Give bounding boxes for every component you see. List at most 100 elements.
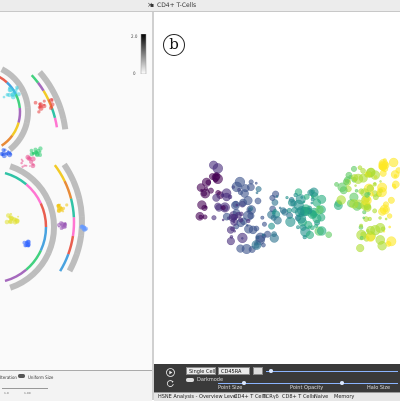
scatter-point: [366, 229, 370, 233]
sunburst-plot[interactable]: [0, 12, 152, 370]
scatter-point: [375, 235, 386, 245]
point-opacity-handle[interactable]: [340, 381, 344, 385]
circular-hierarchy-view[interactable]: 2.0 0: [0, 12, 153, 370]
close-button[interactable]: ×: [146, 1, 154, 9]
scatter-point: [237, 232, 248, 243]
scatter-point: [356, 244, 365, 253]
iteration-toggle[interactable]: [18, 374, 25, 378]
scatter-point: [378, 216, 382, 220]
cluster-point: [30, 156, 36, 162]
scatter-point: [370, 225, 381, 236]
cluster-point: [17, 215, 20, 218]
scatter-point: [270, 214, 277, 221]
cluster-point: [7, 150, 10, 153]
cluster-point: [12, 220, 18, 225]
scatter-point: [231, 201, 240, 210]
cluster-point: [4, 219, 10, 225]
scatter-point: [342, 178, 350, 185]
scatter-point: [364, 192, 370, 198]
scatter-point: [380, 226, 386, 232]
scatter-point: [220, 193, 225, 197]
cluster-point: [21, 165, 24, 168]
scatter-point: [366, 168, 376, 178]
legend-item-iteration: Iteration: [0, 375, 17, 380]
ring-segment: [30, 251, 52, 277]
scatter-point: [314, 223, 319, 228]
cluster-point: [59, 203, 62, 206]
ring-segment: [39, 202, 48, 228]
cluster-point: [31, 163, 35, 166]
range-slider-track[interactable]: [266, 371, 398, 372]
ring-segment: [0, 75, 8, 84]
cluster-point: [1, 152, 7, 159]
ring-segment: [70, 179, 83, 200]
mode-select[interactable]: Single Cell: [186, 367, 216, 375]
ring-segment: [53, 117, 59, 128]
panel-label: b: [163, 34, 185, 56]
cluster-point: [81, 225, 84, 228]
cluster-point: [42, 99, 46, 103]
scatter-point: [285, 196, 289, 200]
play-icon[interactable]: [166, 368, 175, 377]
scatter-point: [305, 230, 314, 239]
scatter-point: [220, 205, 226, 210]
ring-segment: [23, 106, 31, 124]
cluster-point: [49, 106, 53, 110]
scatter-point: [336, 195, 346, 205]
ring-segment: [61, 162, 77, 182]
legend-item-uniform-size: Uniform Size: [28, 375, 54, 380]
ring-segment: [17, 122, 30, 140]
reset-icon[interactable]: [166, 379, 175, 388]
scatter-point: [311, 195, 315, 198]
scatter-point: [226, 237, 235, 246]
ring-segment: [43, 78, 55, 91]
scatter-point: [354, 184, 357, 187]
ring-segment: [76, 197, 85, 218]
scatter-point: [228, 213, 237, 222]
scatter-point: [239, 198, 248, 207]
ring-segment: [42, 90, 50, 100]
scatter-point: [221, 218, 225, 222]
scatter-point: [296, 225, 300, 230]
ring-segment: [66, 252, 80, 273]
scatter-point: [339, 186, 348, 195]
scatter-point: [315, 205, 324, 215]
cluster-point: [3, 148, 7, 152]
scatter-point: [275, 195, 279, 198]
scatter-point: [212, 193, 221, 202]
scatter-point: [386, 236, 397, 247]
scatter-point: [235, 211, 242, 219]
scatter-point: [388, 157, 399, 168]
cluster-point: [26, 241, 29, 244]
scatter-point: [325, 231, 332, 238]
scatter-point: [269, 194, 276, 201]
scatter-point: [359, 223, 364, 228]
range-slider-handle[interactable]: [269, 369, 273, 373]
scatter-point: [254, 181, 258, 185]
hsne-scatterplot[interactable]: [154, 12, 400, 364]
scatter-point: [195, 212, 205, 221]
ring-segment: [74, 235, 85, 255]
darkmode-toggle[interactable]: [186, 378, 194, 382]
scatter-point: [231, 181, 243, 193]
ring-segment: [0, 66, 17, 81]
halo-size-label: Halo Size: [367, 385, 391, 391]
scatter-point: [247, 212, 255, 220]
ring-segment: [0, 134, 14, 147]
legend-slider-track[interactable]: [2, 388, 48, 389]
ring-segment: [67, 235, 75, 255]
scatter-point: [387, 196, 395, 204]
scatter-point: [379, 164, 387, 171]
scatter-point: [201, 190, 207, 197]
scatter-point: [349, 199, 359, 209]
cluster-point: [65, 203, 69, 207]
scatter-point: [376, 187, 387, 198]
color-select[interactable]: [253, 367, 263, 375]
ring-segment: [11, 122, 20, 137]
marker-select[interactable]: CD45RA: [218, 367, 250, 375]
point-size-handle[interactable]: [242, 381, 246, 385]
scatter-point: [212, 163, 223, 174]
scatter-point: [261, 233, 265, 237]
scatter-point: [244, 224, 254, 234]
view-controls: Single Cell CD45RA Darkmode Point Size P…: [154, 364, 400, 392]
